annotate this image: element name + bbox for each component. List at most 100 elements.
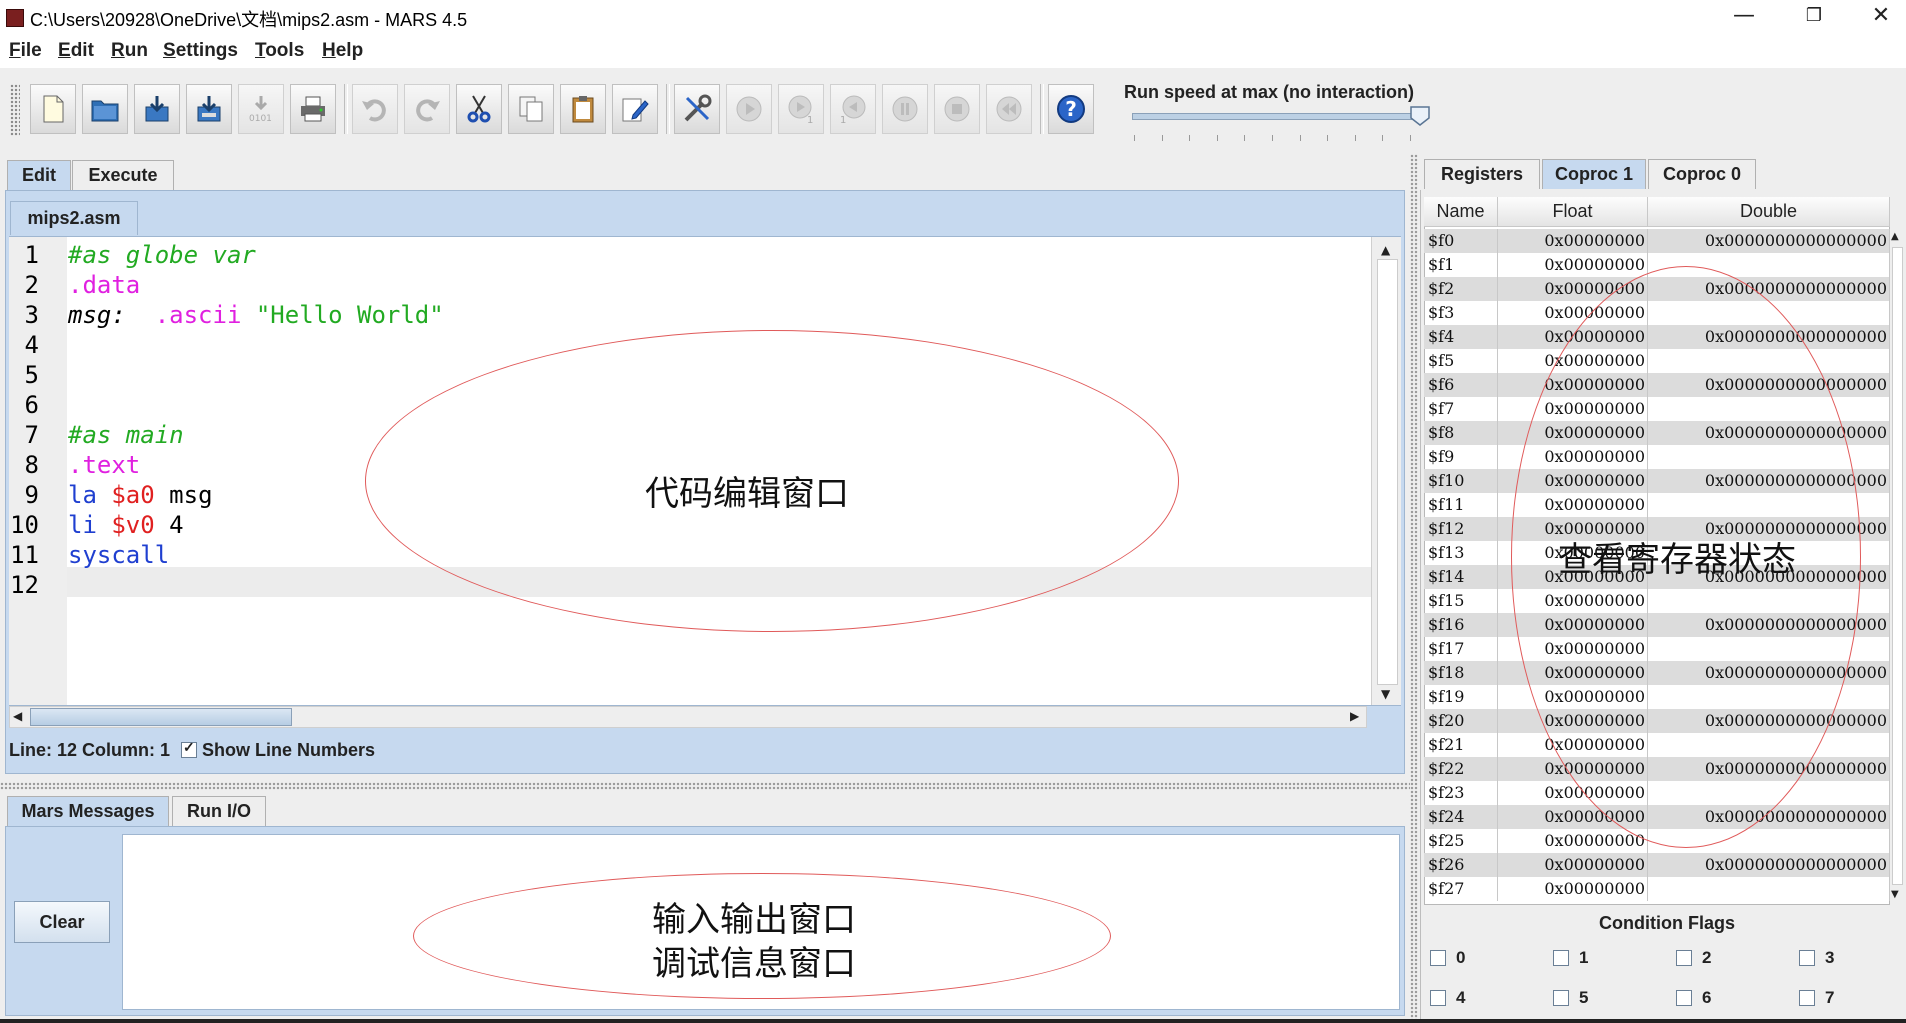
menu-settings[interactable]: Settings: [163, 40, 238, 62]
condition-flag-checkbox[interactable]: [1553, 990, 1569, 1006]
code-line[interactable]: .data: [68, 271, 140, 299]
open-file-button[interactable]: [82, 84, 128, 134]
scroll-up-icon[interactable]: ▲: [1891, 231, 1899, 242]
register-row[interactable]: $f26 0x00000000 0x0000000000000000: [1424, 853, 1890, 877]
tab-execute[interactable]: Execute: [72, 160, 174, 190]
menu-edit[interactable]: Edit: [58, 40, 94, 62]
menu-file[interactable]: File: [9, 40, 42, 62]
toolbar-separator: [1040, 84, 1044, 134]
svg-text:0101: 0101: [249, 114, 272, 124]
editor-horizontal-thumb[interactable]: [30, 708, 292, 726]
assemble-button[interactable]: [674, 84, 720, 134]
redo-icon: [416, 99, 440, 122]
help-button[interactable]: ?: [1048, 84, 1094, 134]
register-vertical-thumb[interactable]: [1892, 247, 1903, 885]
condition-flag-label: 1: [1579, 948, 1589, 967]
toolbar-grip[interactable]: [10, 84, 20, 136]
reset-button[interactable]: [986, 84, 1032, 134]
scroll-left-icon[interactable]: ◀: [13, 709, 22, 723]
code-token-instr: syscall: [68, 541, 170, 569]
tab-edit[interactable]: Edit: [7, 160, 71, 190]
new-file-icon: [43, 95, 64, 123]
register-row[interactable]: $f27 0x00000000: [1424, 877, 1890, 901]
condition-flag-checkbox[interactable]: [1676, 950, 1692, 966]
svg-text:?: ?: [1065, 97, 1077, 121]
menu-tools[interactable]: Tools: [255, 40, 304, 62]
horizontal-splitter[interactable]: [0, 782, 1410, 790]
register-name: $f7: [1424, 397, 1498, 421]
condition-flag-checkbox[interactable]: [1799, 950, 1815, 966]
backstep-button[interactable]: 1: [830, 84, 876, 134]
run-speed-slider[interactable]: [1132, 113, 1416, 120]
run-button[interactable]: [726, 84, 772, 134]
condition-flag-checkbox[interactable]: [1553, 950, 1569, 966]
editor-vertical-thumb[interactable]: [1377, 259, 1398, 685]
column-header-float[interactable]: Float: [1498, 197, 1648, 227]
clipboard-icon: [572, 96, 594, 123]
copy-button[interactable]: [508, 84, 554, 134]
condition-flag-checkbox[interactable]: [1676, 990, 1692, 1006]
line-number: 1: [24, 241, 39, 269]
annotation-registers: 查看寄存器状态: [1558, 540, 1796, 580]
tab-registers[interactable]: Registers: [1424, 159, 1540, 189]
editor-vertical-scrollbar[interactable]: ▲ ▼: [1371, 237, 1401, 705]
tab-coproc0[interactable]: Coproc 0: [1648, 159, 1756, 189]
menu-help[interactable]: Help: [322, 40, 363, 62]
find-replace-button[interactable]: [612, 84, 658, 134]
clear-button[interactable]: Clear: [14, 901, 110, 943]
scroll-right-icon[interactable]: ▶: [1350, 709, 1359, 723]
stop-button[interactable]: [934, 84, 980, 134]
condition-flag-checkbox[interactable]: [1430, 990, 1446, 1006]
code-line[interactable]: #as main: [68, 421, 184, 449]
column-header-double[interactable]: Double: [1648, 197, 1890, 227]
column-header-name[interactable]: Name: [1424, 197, 1498, 227]
window-title: C:\Users\20928\OneDrive\文档\mips2.asm - M…: [30, 10, 468, 30]
code-line[interactable]: #as globe var: [68, 241, 256, 269]
dump-memory-button[interactable]: 0101: [238, 84, 284, 134]
code-line[interactable]: li $v0 4: [68, 511, 184, 539]
cut-button[interactable]: [456, 84, 502, 134]
vertical-splitter[interactable]: [1410, 154, 1418, 1019]
maximize-button[interactable]: ❐: [1779, 0, 1849, 34]
tab-run-io[interactable]: Run I/O: [172, 796, 266, 826]
code-token-instr: la: [68, 481, 97, 509]
paste-button[interactable]: [560, 84, 606, 134]
redo-button[interactable]: [404, 84, 450, 134]
print-button[interactable]: [290, 84, 336, 134]
save-as-button[interactable]: [186, 84, 232, 134]
menu-run[interactable]: Run: [111, 40, 148, 62]
code-line[interactable]: syscall: [68, 541, 169, 569]
scroll-up-icon[interactable]: ▲: [1381, 243, 1390, 257]
code-token-register: $v0: [111, 511, 155, 539]
register-row[interactable]: $f0 0x00000000 0x0000000000000000: [1424, 229, 1890, 253]
show-line-numbers-checkbox[interactable]: ✓: [181, 739, 198, 758]
condition-flag-checkbox[interactable]: [1430, 950, 1446, 966]
register-name: $f19: [1424, 685, 1498, 709]
title-bar: C:\Users\20928\OneDrive\文档\mips2.asm - M…: [0, 0, 1906, 34]
line-number: 10: [10, 511, 39, 539]
scroll-down-icon[interactable]: ▼: [1891, 889, 1899, 900]
step-button[interactable]: 1: [778, 84, 824, 134]
pause-button[interactable]: [882, 84, 928, 134]
save-button[interactable]: [134, 84, 180, 134]
condition-flag-checkbox[interactable]: [1799, 990, 1815, 1006]
code-line[interactable]: la $a0 msg: [68, 481, 213, 509]
register-name: $f17: [1424, 637, 1498, 661]
scissors-icon: [467, 95, 491, 123]
scroll-down-icon[interactable]: ▼: [1381, 687, 1390, 701]
line-number: 5: [24, 361, 39, 389]
undo-button[interactable]: [352, 84, 398, 134]
register-name: $f24: [1424, 805, 1498, 829]
close-button[interactable]: ✕: [1846, 0, 1906, 34]
file-tab[interactable]: mips2.asm: [10, 201, 138, 235]
tab-mars-messages[interactable]: Mars Messages: [7, 796, 169, 826]
code-line[interactable]: msg: .ascii "Hello World": [68, 301, 444, 329]
tab-coproc1[interactable]: Coproc 1: [1542, 159, 1646, 189]
new-file-button[interactable]: [30, 84, 76, 134]
save-as-icon: [197, 96, 221, 122]
toolbar-separator: [666, 84, 670, 134]
slider-thumb[interactable]: [1410, 106, 1430, 126]
code-line[interactable]: .text: [68, 451, 140, 479]
minimize-button[interactable]: —: [1709, 0, 1779, 34]
register-vertical-scrollbar[interactable]: ▲ ▼: [1890, 227, 1904, 905]
